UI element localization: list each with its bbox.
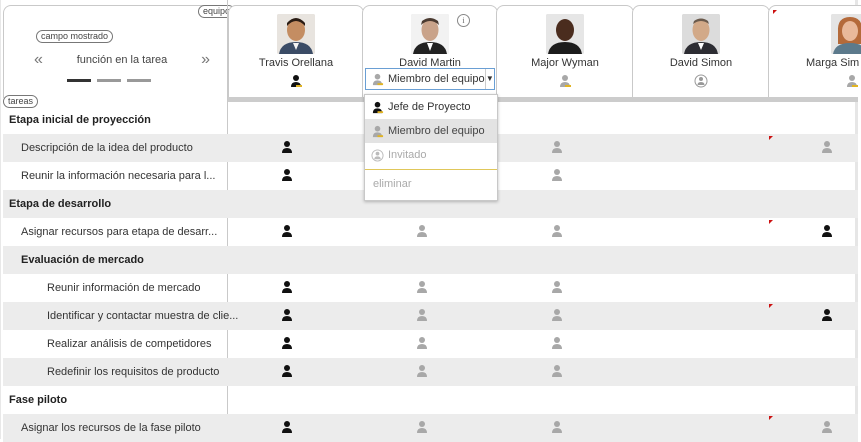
task-label: Evaluación de mercado	[21, 253, 144, 266]
menu-divider	[365, 169, 497, 170]
member-name: Travis Orellana	[258, 57, 334, 69]
member-assignment-icon[interactable]	[550, 224, 564, 238]
role-option-member[interactable]: Miembro del equipo	[365, 119, 497, 143]
task-row[interactable]: Redefinir los requisitos de producto	[3, 358, 858, 386]
member-assignment-icon[interactable]	[820, 140, 834, 154]
member-column-1[interactable]: Travis Orellana	[228, 5, 364, 98]
member-person-icon[interactable]	[845, 74, 859, 88]
field-switcher: « función en la tarea »	[34, 50, 210, 70]
task-label: Reunir la información necesaria para l..…	[21, 169, 216, 182]
member-assignment-icon[interactable]	[415, 364, 429, 378]
lead-assignment-icon[interactable]	[280, 308, 294, 322]
lead-assignment-icon[interactable]	[280, 140, 294, 154]
task-row[interactable]: Asignar recursos para etapa de desarr...	[3, 218, 858, 246]
pager-dot-3[interactable]	[127, 79, 151, 82]
member-assignment-icon[interactable]	[550, 308, 564, 322]
task-row[interactable]: Asignar los recursos de la fase piloto	[3, 414, 858, 442]
task-label: Realizar análisis de competidores	[47, 337, 212, 350]
pager-dot-1[interactable]	[67, 79, 91, 82]
task-label: Fase piloto	[9, 393, 68, 406]
role-option-lead[interactable]: Jefe de Proyecto	[365, 95, 497, 119]
member-assignment-icon[interactable]	[550, 280, 564, 294]
horizontal-scrollbar[interactable]	[228, 97, 858, 102]
role-option-label: Jefe de Proyecto	[388, 101, 471, 113]
member-assignment-icon[interactable]	[550, 336, 564, 350]
lead-assignment-icon[interactable]	[280, 364, 294, 378]
member-person-icon	[371, 125, 384, 138]
member-person-icon	[371, 73, 384, 86]
flag-marker	[769, 220, 773, 224]
role-option-label: Miembro del equipo	[388, 125, 485, 137]
lead-assignment-icon[interactable]	[280, 168, 294, 182]
task-label: Redefinir los requisitos de producto	[47, 365, 220, 378]
lead-assignment-icon[interactable]	[280, 336, 294, 350]
task-label: Descripción de la idea del producto	[21, 141, 193, 154]
task-label: Reunir información de mercado	[47, 281, 201, 294]
member-column-4[interactable]: David Simon	[632, 5, 770, 98]
task-group-row[interactable]: Evaluación de mercado	[3, 246, 858, 274]
remove-assignment-option[interactable]: eliminar	[365, 172, 497, 196]
task-label: Etapa de desarrollo	[9, 197, 112, 210]
guest-person-icon[interactable]	[694, 74, 708, 88]
lead-assignment-icon[interactable]	[820, 224, 834, 238]
displayed-field-button[interactable]: campo mostrado	[36, 30, 114, 43]
role-option-guest[interactable]: Invitado	[365, 143, 497, 167]
member-assignment-icon[interactable]	[550, 364, 564, 378]
member-photo	[546, 14, 584, 54]
member-assignment-icon[interactable]	[415, 280, 429, 294]
task-row[interactable]: Reunir información de mercado	[3, 274, 858, 302]
lead-assignment-icon[interactable]	[280, 224, 294, 238]
member-photo	[682, 14, 720, 54]
task-label: Asignar recursos para etapa de desarr...	[21, 225, 218, 238]
pager-dot-2[interactable]	[97, 79, 121, 82]
field-label: función en la tarea	[76, 54, 168, 66]
flag-marker	[769, 304, 773, 308]
member-photo	[277, 14, 315, 54]
lead-person-icon	[371, 101, 384, 114]
task-label: Identificar y contactar muestra de clie.…	[47, 309, 239, 322]
member-name: Major Wyman	[531, 57, 599, 69]
task-group-row[interactable]: Fase piloto	[3, 386, 858, 414]
member-name: Marga Sim	[806, 57, 860, 69]
member-assignment-icon[interactable]	[550, 168, 564, 182]
lead-assignment-icon[interactable]	[280, 420, 294, 434]
info-icon[interactable]: i	[457, 14, 470, 27]
member-person-icon[interactable]	[558, 74, 572, 88]
member-assignment-icon[interactable]	[550, 140, 564, 154]
flag-marker	[769, 416, 773, 420]
role-select-value: Miembro del equipo	[388, 73, 485, 85]
task-row[interactable]: Realizar análisis de competidores	[3, 330, 858, 358]
chevron-down-icon[interactable]: ▼	[484, 69, 494, 89]
field-pager	[67, 79, 151, 82]
member-column-5[interactable]: Marga Sim	[768, 5, 861, 98]
role-option-label: Invitado	[388, 149, 427, 161]
lead-person-icon[interactable]	[289, 74, 303, 88]
role-select[interactable]: Miembro del equipo ▼	[365, 68, 495, 90]
member-assignment-icon[interactable]	[415, 420, 429, 434]
guest-person-icon	[371, 148, 384, 162]
member-assignment-icon[interactable]	[415, 224, 429, 238]
member-assignment-icon[interactable]	[820, 420, 834, 434]
lead-assignment-icon[interactable]	[280, 280, 294, 294]
member-photo	[411, 14, 449, 54]
role-dropdown-menu: Jefe de Proyecto Miembro del equipo Invi…	[364, 94, 498, 201]
task-label: Etapa inicial de proyección	[9, 113, 151, 126]
task-row[interactable]: Identificar y contactar muestra de clie.…	[3, 302, 858, 330]
flag-marker	[773, 10, 777, 14]
member-name: David Simon	[669, 57, 733, 69]
member-photo	[831, 14, 861, 54]
flag-marker	[769, 136, 773, 140]
member-assignment-icon[interactable]	[415, 308, 429, 322]
member-assignment-icon[interactable]	[550, 420, 564, 434]
prev-field-arrow[interactable]: «	[34, 52, 43, 68]
task-label: Asignar los recursos de la fase piloto	[21, 421, 201, 434]
lead-assignment-icon[interactable]	[820, 308, 834, 322]
member-assignment-icon[interactable]	[415, 336, 429, 350]
member-column-3[interactable]: Major Wyman	[496, 5, 634, 98]
next-field-arrow[interactable]: »	[201, 52, 210, 68]
